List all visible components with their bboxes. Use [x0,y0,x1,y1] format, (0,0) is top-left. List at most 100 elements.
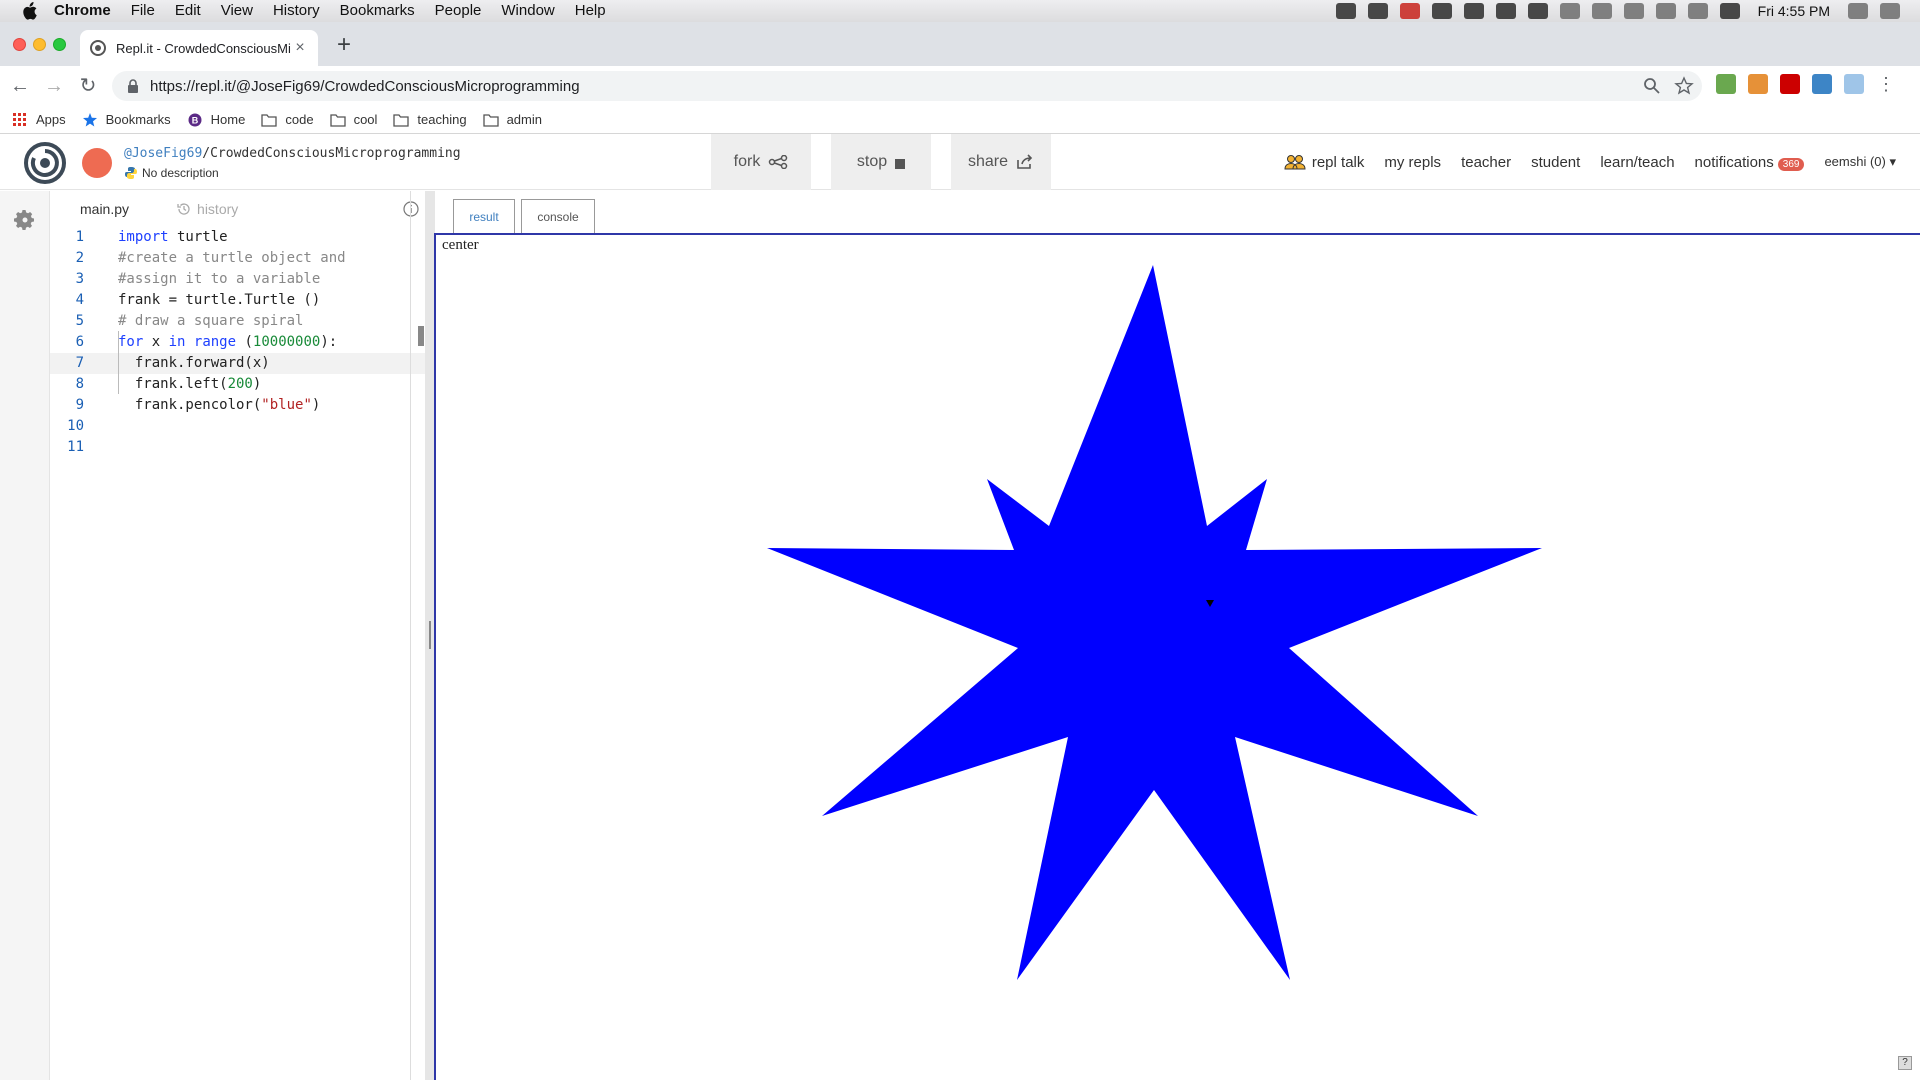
dropbox-icon[interactable] [1335,3,1356,19]
help-button[interactable]: ? [1898,1056,1912,1070]
url-text[interactable]: https://repl.it/@JoseFig69/CrowdedConsci… [150,78,580,95]
code-line[interactable]: 5 # draw a square spiral [50,311,425,332]
code-line[interactable]: 1 import turtle [50,227,425,248]
browser-tab[interactable]: Repl.it - CrowdedConsciousMi × [80,30,318,66]
app-status-icon[interactable] [1399,3,1420,19]
chrome-menu-icon[interactable]: ⋮ [1876,74,1896,94]
zoom-icon[interactable] [1642,76,1662,96]
new-tab-button[interactable]: + [330,32,358,60]
menu-file[interactable]: File [131,0,155,22]
window-close-button[interactable] [13,38,26,51]
nav-my-repls[interactable]: my repls [1384,154,1441,171]
tab-result[interactable]: result [453,199,515,234]
tab-history[interactable]: history [177,201,238,217]
share-button[interactable]: share [951,134,1051,190]
menu-help[interactable]: Help [575,0,606,22]
extension-icon[interactable] [1748,74,1768,94]
tab-main-py[interactable]: main.py [80,201,129,217]
repl-description[interactable]: No description [124,166,219,180]
extension-icon[interactable] [1812,74,1832,94]
menu-view[interactable]: View [221,0,253,22]
info-icon[interactable] [403,201,419,217]
code-line[interactable]: 8 frank.left(200) [50,374,425,395]
back-icon[interactable]: ← [6,72,34,100]
history-label: history [197,201,239,217]
window-zoom-button[interactable] [53,38,66,51]
battery-icon[interactable] [1719,3,1740,19]
macos-menu-bar: Chrome File Edit View History Bookmarks … [0,0,1920,22]
wifi-icon[interactable] [1655,3,1676,19]
editor-scrollbar[interactable] [418,326,424,346]
bluetooth-icon[interactable] [1623,3,1644,19]
gear-icon[interactable] [13,208,37,232]
code-line[interactable]: 10 [50,416,425,437]
nav-student[interactable]: student [1531,154,1580,171]
extension-icons: ⋮ [1716,74,1896,94]
address-bar[interactable]: https://repl.it/@JoseFig69/CrowdedConsci… [112,71,1702,101]
code-line[interactable]: 2 #create a turtle object and [50,248,425,269]
spotlight-icon[interactable] [1848,3,1868,19]
bookmark-apps[interactable]: Apps [12,112,66,127]
nav-repl-talk[interactable]: repl talk [1284,154,1364,171]
bookmark-folder-cool[interactable]: cool [329,112,377,127]
menu-extra-icon[interactable] [1463,3,1484,19]
code-line[interactable]: 6 for x in range (10000000): [50,332,425,353]
python-icon [125,167,137,179]
creative-cloud-icon[interactable] [1367,3,1388,19]
bookmark-folder-code[interactable]: code [261,112,314,127]
forward-icon[interactable]: → [40,72,68,100]
menu-history[interactable]: History [273,0,320,22]
bookmark-star-icon[interactable] [1674,76,1694,96]
repl-name[interactable]: /CrowdedConsciousMicroprogramming [202,146,460,161]
splitter-handle[interactable] [429,621,431,649]
fork-button[interactable]: fork [711,134,811,190]
notification-center-icon[interactable] [1880,3,1900,19]
extension-icon[interactable] [1780,74,1800,94]
menu-window[interactable]: Window [501,0,554,22]
eyedropper-extension-icon[interactable] [1716,74,1736,94]
time-machine-icon[interactable] [1591,3,1612,19]
notifications-label: notifications [1694,153,1774,171]
nav-teacher[interactable]: teacher [1461,154,1511,171]
stop-button[interactable]: stop [831,134,931,190]
apple-icon[interactable] [18,0,40,22]
volume-icon[interactable] [1687,3,1708,19]
code-line[interactable]: 4 frank = turtle.Turtle () [50,290,425,311]
bookmark-home[interactable]: B Home [187,112,245,127]
bookmark-folder-admin[interactable]: admin [482,112,542,127]
nav-learn-teach[interactable]: learn/teach [1600,154,1674,171]
bookmark-bookmarks[interactable]: Bookmarks [82,112,171,127]
airplay-icon[interactable] [1559,3,1580,19]
code-line-active[interactable]: 7 frank.forward(x) [50,353,425,374]
line-number: 8 [75,376,84,392]
menu-bookmarks[interactable]: Bookmarks [340,0,415,22]
account-menu[interactable]: eemshi (0) ▾ [1824,154,1896,170]
code-line[interactable]: 3 #assign it to a variable [50,269,425,290]
reload-icon[interactable]: ↻ [74,72,102,100]
tab-close-icon[interactable]: × [292,39,308,57]
sync-icon[interactable] [1495,3,1516,19]
menu-people[interactable]: People [435,0,482,22]
code-line[interactable]: 9 frank.pencolor("blue") [50,395,425,416]
stop-icon [895,159,906,169]
browser-toolbar: ← → ↻ https://repl.it/@JoseFig69/Crowded… [0,66,1920,106]
clock[interactable]: Fri 4:55 PM [1758,3,1830,19]
code-text: #create a turtle object and [118,250,346,266]
replit-logo-icon[interactable] [24,142,66,184]
nav-notifications[interactable]: notifications 369 [1695,154,1805,171]
evernote-icon[interactable] [1431,3,1452,19]
extension-icon[interactable] [1844,74,1864,94]
bookmark-folder-teaching[interactable]: teaching [393,112,467,127]
menu-edit[interactable]: Edit [175,0,201,22]
tab-console[interactable]: console [521,199,595,233]
lock-icon[interactable] [126,78,140,94]
turtle-result-canvas[interactable]: center ? [434,233,1920,1080]
clipboard-icon[interactable] [1527,3,1548,19]
code-area[interactable]: 1 import turtle 2 #create a turtle object … [50,227,425,458]
window-minimize-button[interactable] [33,38,46,51]
avatar[interactable] [82,148,112,178]
repl-owner-link[interactable]: @JoseFig69 [124,146,202,161]
menu-app[interactable]: Chrome [54,0,111,22]
code-editor-pane: main.py history 1 import turtle 2 #create … [50,191,425,1080]
code-line[interactable]: 11 [50,437,425,458]
